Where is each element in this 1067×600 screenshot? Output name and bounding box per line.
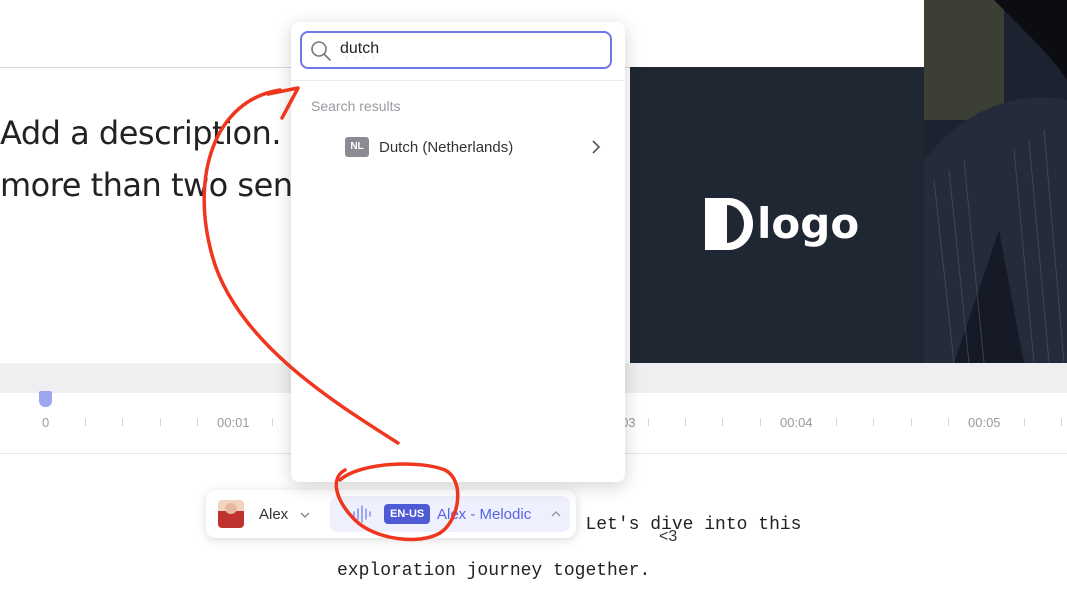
avatar[interactable] bbox=[218, 500, 244, 528]
logo-mark-icon bbox=[705, 198, 753, 250]
background-photo bbox=[924, 0, 1067, 363]
chevron-right-icon[interactable] bbox=[589, 138, 603, 156]
ruler-tick bbox=[122, 418, 123, 426]
flag-badge: NL bbox=[345, 137, 369, 157]
chevron-up-icon[interactable] bbox=[550, 508, 562, 520]
ruler-tick bbox=[722, 418, 723, 426]
avatar-name[interactable]: Alex bbox=[259, 506, 288, 523]
ruler-tick bbox=[85, 418, 86, 426]
dropdown-divider bbox=[291, 80, 625, 81]
logo-text: logo bbox=[757, 199, 860, 248]
ruler-label: 00:05 bbox=[968, 415, 1001, 430]
ruler-label: 00:04 bbox=[780, 415, 813, 430]
ruler-tick bbox=[873, 418, 874, 426]
search-results-heading: Search results bbox=[311, 98, 401, 114]
ruler-label: 0 bbox=[42, 415, 50, 430]
ruler-tick bbox=[948, 418, 949, 426]
ruler-tick bbox=[836, 418, 837, 426]
result-label[interactable]: Dutch (Netherlands) bbox=[379, 139, 513, 156]
ruler-tick bbox=[1024, 418, 1025, 426]
logo: logo bbox=[705, 198, 859, 250]
ruler-tick bbox=[760, 418, 761, 426]
waveform-icon bbox=[353, 505, 371, 523]
ruler-label: 00:01 bbox=[217, 415, 250, 430]
playhead-handle[interactable] bbox=[39, 391, 52, 407]
ruler-tick bbox=[911, 418, 912, 426]
search-icon bbox=[311, 41, 331, 61]
ruler-tick bbox=[160, 418, 161, 426]
ruler-tick bbox=[648, 418, 649, 426]
ruler-tick bbox=[685, 418, 686, 426]
language-dropdown bbox=[291, 22, 625, 482]
chevron-down-icon[interactable] bbox=[299, 509, 311, 521]
language-badge: EN-US bbox=[384, 504, 431, 524]
search-input[interactable] bbox=[340, 40, 600, 58]
ruler-tick bbox=[272, 418, 273, 426]
voice-name[interactable]: Alex - Melodic bbox=[437, 506, 531, 523]
text-cursor-mark: <3 bbox=[659, 528, 678, 545]
ruler-tick bbox=[1061, 418, 1062, 426]
ruler-tick bbox=[197, 418, 198, 426]
